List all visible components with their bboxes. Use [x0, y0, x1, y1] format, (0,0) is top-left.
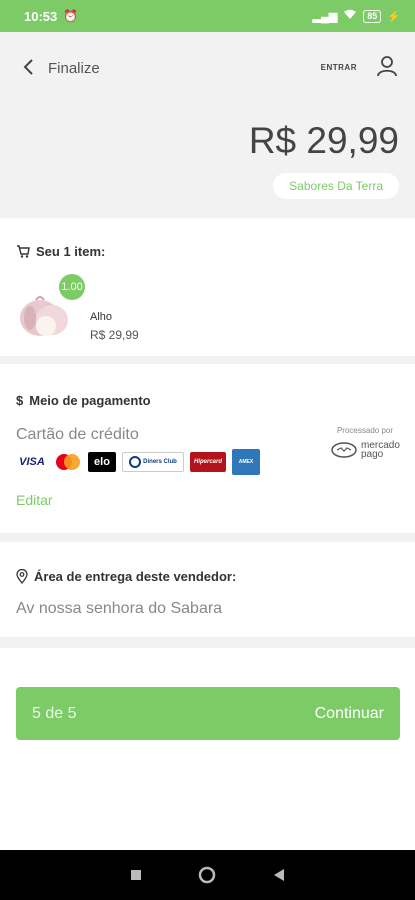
- amex-logo: AMEX: [232, 449, 260, 475]
- items-card: Seu 1 item: 1.00 Alho R$ 29,99: [0, 218, 415, 356]
- square-icon: [130, 870, 141, 880]
- processed-by-label: Processado por: [336, 426, 393, 435]
- system-nav-bar: [0, 850, 415, 900]
- payment-card: $ Meio de pagamento Cartão de crédito VI…: [0, 364, 415, 533]
- hipercard-logo: Hipercard: [190, 452, 226, 472]
- alarm-icon: ⏰: [63, 9, 79, 23]
- status-bar: 10:53 ⏰ ▂▄▆ 85 ⚡: [0, 0, 415, 32]
- total-price: R$ 29,99: [248, 120, 399, 161]
- circle-icon: [199, 866, 216, 884]
- diners-logo: Diners Club: [122, 452, 184, 472]
- step-indicator: 5 de 5: [32, 704, 77, 722]
- home-button[interactable]: [196, 864, 218, 886]
- payment-heading: $ Meio de pagamento: [16, 393, 151, 408]
- wifi-icon: [343, 9, 357, 23]
- payment-method: Cartão de crédito: [16, 426, 139, 443]
- triangle-back-icon: [274, 869, 285, 881]
- delivery-card: Área de entrega deste vendedor: Av nossa…: [0, 542, 415, 637]
- recents-button[interactable]: [125, 864, 147, 886]
- mercado-pago-text: mercado pago: [361, 440, 400, 460]
- back-nav-button[interactable]: [268, 864, 290, 886]
- footer-area: [0, 648, 415, 850]
- item-price: R$ 29,99: [90, 328, 139, 342]
- chevron-left-icon: [23, 59, 33, 75]
- back-button[interactable]: [16, 54, 40, 80]
- mastercard-logo: [54, 452, 82, 472]
- item-name: Alho: [90, 311, 113, 323]
- seller-chip[interactable]: Sabores Da Terra: [273, 173, 399, 199]
- items-heading: Seu 1 item:: [16, 244, 105, 259]
- signal-icon: ▂▄▆: [312, 10, 338, 23]
- cart-icon: [17, 245, 30, 258]
- login-link[interactable]: ENTRAR: [321, 63, 357, 72]
- continue-button[interactable]: 5 de 5 Continuar: [16, 687, 400, 740]
- payment-heading-label: Meio de pagamento: [29, 393, 151, 408]
- quantity-badge: 1.00: [59, 274, 85, 300]
- delivery-heading-label: Área de entrega deste vendedor:: [34, 569, 237, 584]
- page-title: Finalize: [48, 60, 100, 77]
- charging-icon: ⚡: [387, 10, 401, 23]
- status-time: 10:53: [24, 8, 58, 24]
- battery-icon: 85: [363, 9, 382, 23]
- delivery-heading: Área de entrega deste vendedor:: [16, 569, 236, 584]
- visa-logo: VISA: [19, 456, 45, 468]
- status-icons: ▂▄▆ 85 ⚡: [313, 9, 401, 23]
- header: Finalize ENTRAR R$ 29,99 Sabores Da Terr…: [0, 32, 415, 217]
- dollar-icon: $: [16, 393, 24, 408]
- location-pin-icon: [16, 569, 28, 584]
- elo-logo: elo: [88, 452, 116, 472]
- delivery-address: Av nossa senhora do Sabara: [16, 600, 223, 617]
- continue-label: Continuar: [314, 704, 384, 722]
- edit-payment-link[interactable]: Editar: [16, 492, 53, 508]
- user-icon[interactable]: [375, 54, 399, 78]
- mercado-pago-logo: mercado pago: [331, 440, 401, 460]
- items-heading-label: Seu 1 item:: [36, 244, 106, 259]
- card-brands: VISA elo Diners Club Hipercard AMEX: [16, 449, 260, 475]
